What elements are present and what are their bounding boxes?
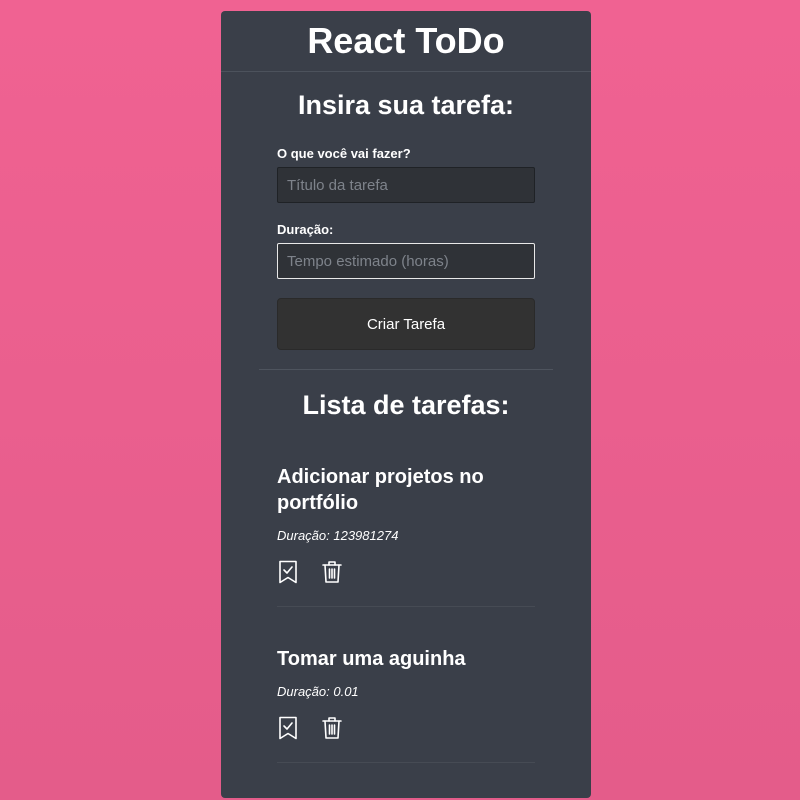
title-input[interactable] xyxy=(277,167,535,203)
bookmark-check-icon[interactable] xyxy=(277,716,299,740)
bookmark-check-icon[interactable] xyxy=(277,560,299,584)
create-task-button[interactable]: Criar Tarefa xyxy=(277,298,535,350)
trash-icon[interactable] xyxy=(321,716,343,740)
task-list: Adicionar projetos no portfólio Duração:… xyxy=(221,421,591,763)
list-item: Adicionar projetos no portfólio Duração:… xyxy=(277,421,535,607)
app-header: React ToDo xyxy=(221,11,591,72)
task-title: Adicionar projetos no portfólio xyxy=(277,466,484,514)
title-label: O que você vai fazer? xyxy=(277,146,411,161)
form-heading: Insira sua tarefa: xyxy=(297,90,515,120)
trash-icon[interactable] xyxy=(321,560,343,584)
duration-label: Duração: xyxy=(277,222,334,237)
app-title: React ToDo xyxy=(307,20,505,61)
task-form: Insira sua tarefa: O que você vai fazer?… xyxy=(221,90,591,350)
task-duration: Duração: 0.01 xyxy=(277,684,359,699)
divider xyxy=(259,369,553,370)
list-heading: Lista de tarefas: xyxy=(302,390,510,420)
task-duration: Duração: 123981274 xyxy=(277,528,399,543)
task-title: Tomar uma aguinha xyxy=(277,648,466,670)
duration-input[interactable] xyxy=(277,243,535,279)
todo-card: React ToDo Insira sua tarefa: O que você… xyxy=(221,11,591,798)
list-item: Tomar uma aguinha Duração: 0.01 xyxy=(277,607,535,763)
